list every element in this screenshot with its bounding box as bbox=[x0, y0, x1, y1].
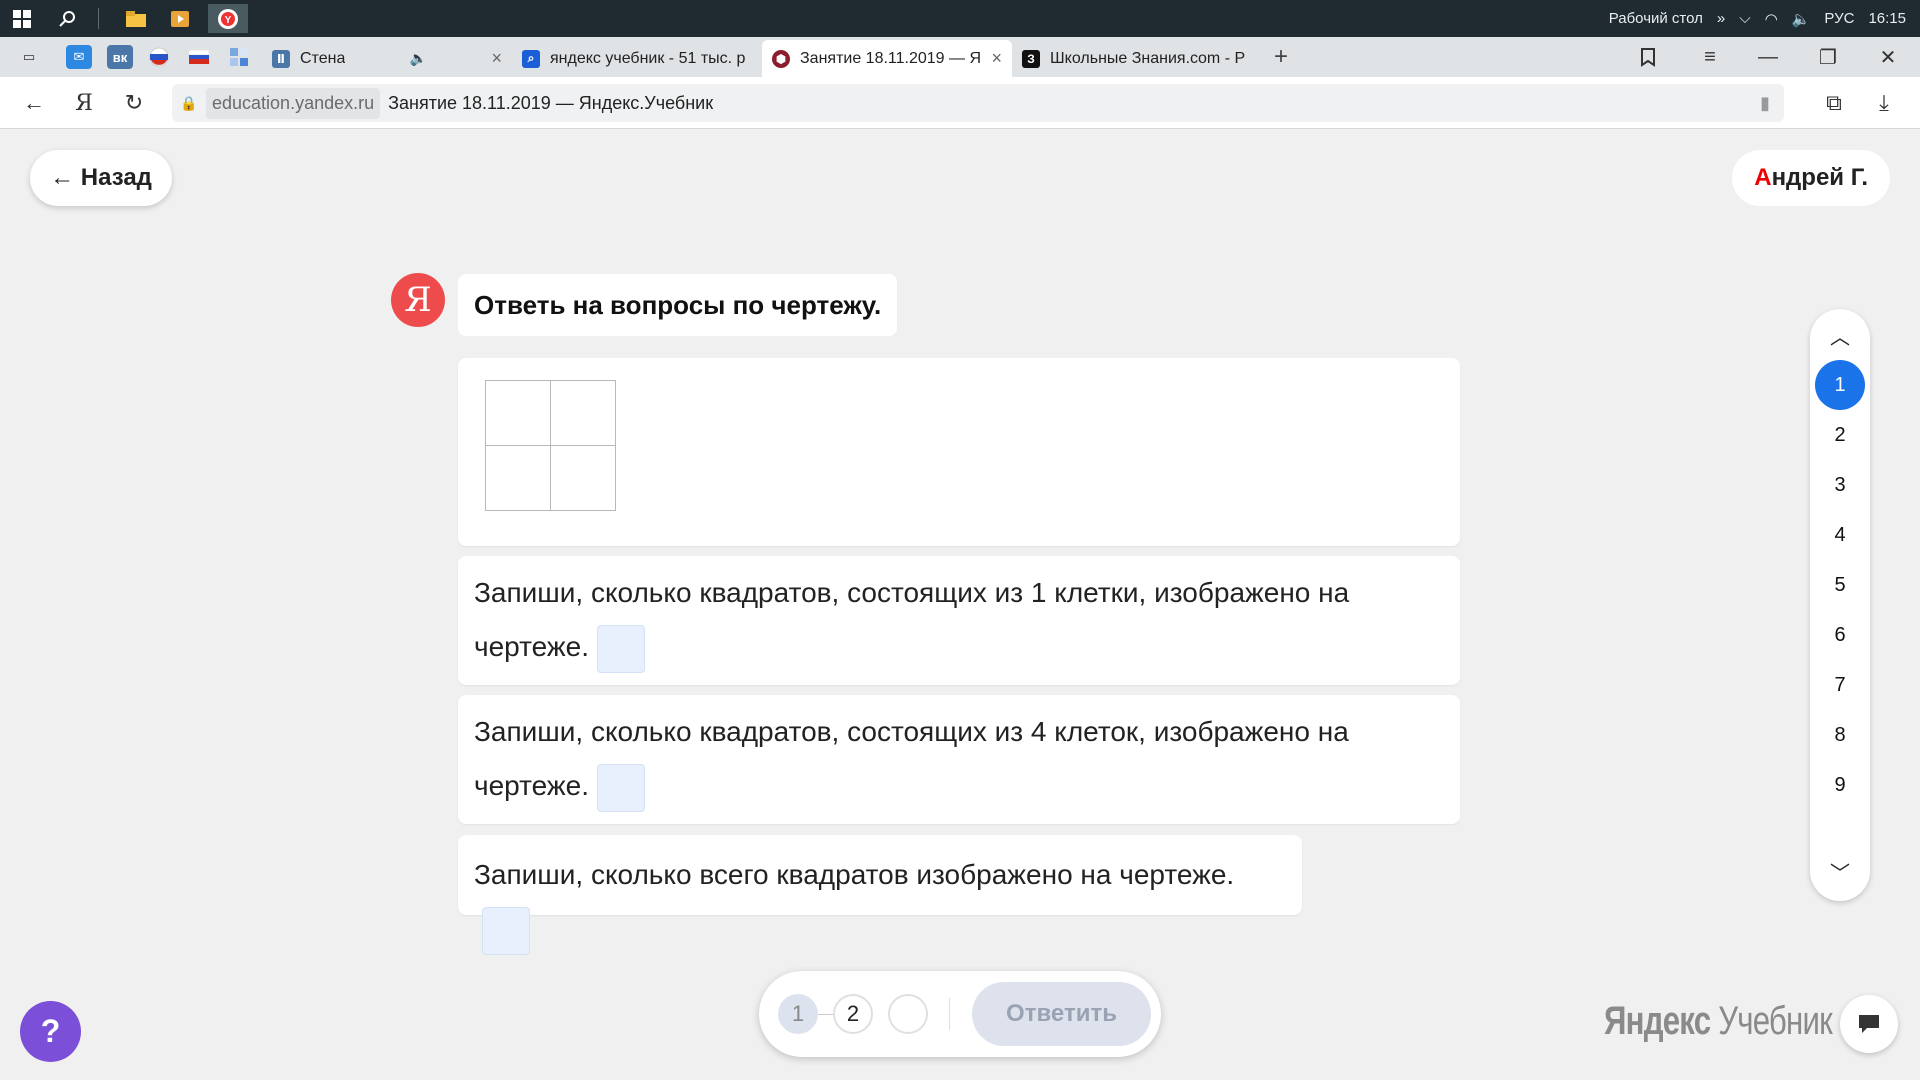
tray-language[interactable]: РУС bbox=[1824, 10, 1854, 27]
windows-start-icon[interactable] bbox=[2, 4, 42, 33]
search-icon[interactable] bbox=[48, 4, 88, 33]
tab-audio-icon[interactable]: 🔈 bbox=[404, 50, 427, 67]
question-nav-item[interactable]: 5 bbox=[1815, 560, 1865, 610]
tab-znanija[interactable]: З Школьные Знания.com - Р bbox=[1012, 40, 1262, 77]
pause-icon: Ⅱ bbox=[272, 49, 290, 68]
os-taskbar: Y Рабочий стол » ⌵ ◠ 🔈 РУС 16:15 bbox=[0, 0, 1920, 37]
tab-lesson-active[interactable]: ⬢ Занятие 18.11.2019 — Я × bbox=[762, 40, 1012, 77]
submit-answer-button[interactable]: Ответить bbox=[972, 982, 1151, 1046]
question-nav-item[interactable]: 9 bbox=[1815, 760, 1865, 810]
question-text: Запиши, сколько всего квадратов изображе… bbox=[474, 859, 1235, 890]
step-indicator-2[interactable]: 2 bbox=[833, 994, 873, 1034]
tab-title: Занятие 18.11.2019 — Я bbox=[800, 49, 982, 67]
media-player-icon[interactable] bbox=[160, 4, 200, 33]
question-navigator: ︿ 1 2 3 4 5 6 7 8 9 ﹀ bbox=[1810, 309, 1870, 901]
step-connector bbox=[818, 1014, 833, 1015]
messenger-pinned-icon[interactable]: ✉ bbox=[66, 45, 92, 69]
step-indicator-1[interactable]: 1 bbox=[778, 994, 818, 1034]
puzzle-pinned-icon[interactable] bbox=[226, 45, 252, 69]
vk-pinned-icon[interactable]: вк bbox=[107, 45, 133, 69]
ru-flag-pinned-icon[interactable] bbox=[146, 45, 172, 69]
wifi-icon[interactable]: ◠ bbox=[1765, 10, 1778, 28]
yandex-browser-icon[interactable]: Y bbox=[208, 4, 248, 33]
question-nav-item[interactable]: 3 bbox=[1815, 460, 1865, 510]
step-indicator-3[interactable] bbox=[888, 994, 928, 1034]
tray-desktop-label[interactable]: Рабочий стол bbox=[1609, 10, 1703, 27]
user-menu[interactable]: Андрей Г. bbox=[1732, 150, 1890, 206]
address-bar: ← Я ↻ 🔒 education.yandex.ru Занятие 18.1… bbox=[0, 77, 1920, 129]
question-nav-item[interactable]: 6 bbox=[1815, 610, 1865, 660]
answer-input-3[interactable] bbox=[482, 906, 530, 955]
brand-bold: Яндекс bbox=[1604, 999, 1711, 1043]
svg-text:Y: Y bbox=[225, 15, 232, 26]
chevron-down-icon[interactable]: ⌵ bbox=[1739, 10, 1750, 27]
back-button[interactable]: ← Назад bbox=[30, 150, 172, 206]
file-explorer-icon[interactable] bbox=[116, 4, 156, 33]
url-field[interactable]: 🔒 education.yandex.ru Занятие 18.11.2019… bbox=[172, 84, 1784, 122]
divider bbox=[949, 998, 950, 1030]
user-initial: А bbox=[1754, 164, 1772, 191]
menu-icon[interactable]: ≡ bbox=[1682, 37, 1738, 77]
drawing-card bbox=[458, 358, 1460, 546]
tab-title: Школьные Знания.com - Р bbox=[1050, 49, 1246, 67]
bookmark-icon[interactable]: ▮ bbox=[1760, 93, 1770, 114]
restore-icon[interactable]: ❐ bbox=[1800, 37, 1856, 77]
question-nav-item[interactable]: 8 bbox=[1815, 710, 1865, 760]
chat-icon[interactable] bbox=[1840, 995, 1898, 1053]
lesson-page: ← Назад Андрей Г. Я Ответь на вопросы по… bbox=[0, 129, 1920, 1080]
znanija-favicon-icon: З bbox=[1022, 49, 1040, 68]
url-page-title[interactable]: Занятие 18.11.2019 — Яндекс.Учебник bbox=[388, 93, 713, 114]
yandex-uchebnik-favicon-icon: ⬢ bbox=[772, 49, 790, 68]
user-name: ндрей Г. bbox=[1771, 164, 1868, 191]
tab-vk-wall[interactable]: Ⅱ Стена 🔈 × bbox=[262, 40, 512, 77]
close-tab-icon[interactable]: × bbox=[485, 48, 502, 69]
tab-title: яндекс учебник - 51 тыс. р bbox=[550, 49, 746, 67]
answer-input-1[interactable] bbox=[596, 624, 645, 673]
bookmarks-icon[interactable] bbox=[1620, 37, 1676, 77]
answer-bar: 1 2 Ответить bbox=[759, 971, 1161, 1057]
back-arrow-icon[interactable]: ← bbox=[16, 85, 52, 121]
url-domain[interactable]: education.yandex.ru bbox=[206, 87, 381, 119]
question-nav-item[interactable]: 1 bbox=[1815, 360, 1865, 410]
chevron-up-icon[interactable]: ︿ bbox=[1810, 321, 1870, 350]
system-tray: Рабочий стол » ⌵ ◠ 🔈 РУС 16:15 bbox=[1609, 0, 1920, 37]
ru-flag-tab-icon[interactable] bbox=[186, 45, 212, 69]
reload-icon[interactable]: ↻ bbox=[116, 85, 152, 121]
close-window-icon[interactable]: ✕ bbox=[1860, 37, 1916, 77]
yandex-uchebnik-logo: Яндекс Учебник bbox=[1604, 999, 1833, 1044]
question-card-2: Запиши, сколько квадратов, состоящих из … bbox=[458, 695, 1460, 824]
question-card-1: Запиши, сколько квадратов, состоящих из … bbox=[458, 556, 1460, 685]
tray-expand-icon[interactable]: » bbox=[1717, 10, 1725, 27]
square-grid-drawing bbox=[485, 380, 616, 511]
answer-input-2[interactable] bbox=[596, 763, 645, 812]
question-nav-item[interactable]: 4 bbox=[1815, 510, 1865, 560]
help-button[interactable]: ? bbox=[20, 1001, 81, 1062]
task-instruction: Ответь на вопросы по чертежу. bbox=[458, 274, 898, 336]
new-tab-plus-icon[interactable]: + bbox=[1268, 43, 1294, 70]
yandex-avatar-icon: Я bbox=[391, 273, 445, 327]
minimize-icon[interactable]: — bbox=[1740, 37, 1796, 77]
search-favicon-icon: ⌕ bbox=[522, 49, 540, 68]
yandex-home-icon[interactable]: Я bbox=[66, 85, 102, 121]
question-nav-item[interactable]: 7 bbox=[1815, 660, 1865, 710]
tray-clock[interactable]: 16:15 bbox=[1868, 10, 1906, 27]
tab-title: Стена bbox=[300, 49, 346, 67]
tab-yandex-search[interactable]: ⌕ яндекс учебник - 51 тыс. р bbox=[512, 40, 762, 77]
collections-icon[interactable]: ⧉ bbox=[1816, 85, 1852, 121]
chevron-down-icon[interactable]: ﹀ bbox=[1810, 857, 1870, 886]
brand-light: Учебник bbox=[1710, 999, 1833, 1043]
lock-icon[interactable]: 🔒 bbox=[172, 95, 206, 112]
question-nav-item[interactable]: 2 bbox=[1815, 410, 1865, 460]
question-card-3: Запиши, сколько всего квадратов изображе… bbox=[458, 835, 1302, 955]
volume-icon[interactable]: 🔈 bbox=[1792, 10, 1811, 28]
tabs-panel-icon[interactable]: ▭ bbox=[16, 45, 42, 69]
close-tab-icon[interactable]: × bbox=[985, 48, 1002, 69]
download-icon[interactable]: ⤓ bbox=[1866, 85, 1902, 121]
